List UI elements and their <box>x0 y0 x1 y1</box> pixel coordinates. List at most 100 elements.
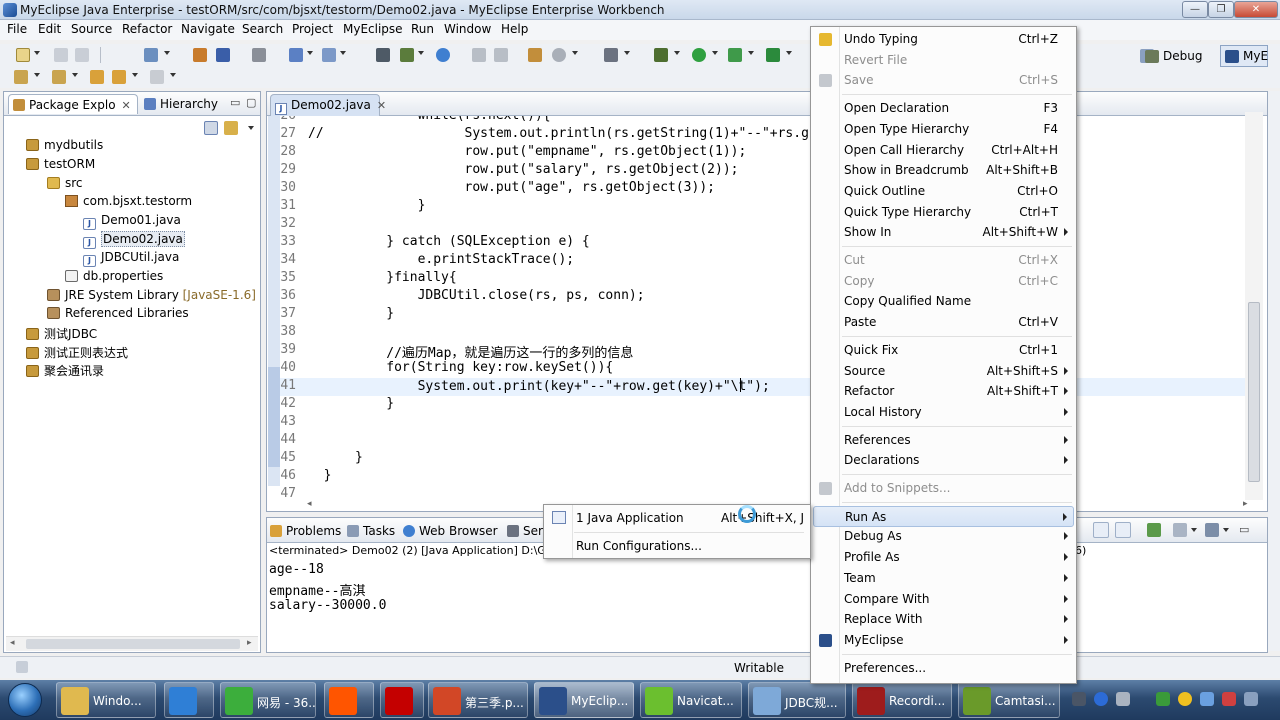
taskbar-button-recording[interactable]: Recordi... <box>852 682 952 718</box>
menu-refactor[interactable]: Refactor <box>122 22 172 36</box>
chevron-down-icon[interactable] <box>170 73 176 77</box>
console-output[interactable]: age--18 empname--高淇 salary--30000.0 <box>269 562 386 616</box>
menu-item-myeclipse[interactable]: MyEclipse <box>813 630 1074 651</box>
chevron-down-icon[interactable] <box>340 51 346 55</box>
maximize-view-icon[interactable]: ▢ <box>246 96 256 109</box>
forward-arrow-icon[interactable] <box>150 70 164 84</box>
wizard2-icon[interactable] <box>322 48 336 62</box>
snippet-icon[interactable] <box>528 48 542 62</box>
code-area[interactable]: 26 while(rs.next()){27 // System.out.prin… <box>280 116 1260 502</box>
chevron-down-icon[interactable] <box>34 73 40 77</box>
maximize-button[interactable]: ❐ <box>1208 1 1234 18</box>
chevron-down-icon[interactable] <box>624 51 630 55</box>
taskbar-button-browser-360[interactable]: 网易 - 36... <box>220 682 316 718</box>
menu-search[interactable]: Search <box>242 22 283 36</box>
menu-item-compare-with[interactable]: Compare With <box>813 589 1074 610</box>
menu-help[interactable]: Help <box>501 22 528 36</box>
taskbar-button-internet-explorer[interactable] <box>164 682 214 718</box>
tray-network-icon[interactable] <box>1072 692 1086 706</box>
menu-item-declarations[interactable]: Declarations <box>813 450 1074 471</box>
minimize-view-icon[interactable]: ▭ <box>1239 523 1249 536</box>
menu-item-paste[interactable]: Paste Ctrl+V <box>813 312 1074 333</box>
tree-item-jre-library[interactable]: JRE System Library [JavaSE-1.6] <box>47 288 256 306</box>
editor-vscrollbar[interactable] <box>1245 112 1263 500</box>
server-icon[interactable] <box>252 48 266 62</box>
globe-icon[interactable] <box>436 48 450 62</box>
taskbar-button-navicat[interactable]: Navicat... <box>640 682 742 718</box>
package-icon[interactable] <box>193 48 207 62</box>
minimize-view-icon[interactable]: ▭ <box>230 96 240 109</box>
menu-item-run-as[interactable]: Run As <box>813 505 1074 527</box>
chevron-down-icon[interactable] <box>572 51 578 55</box>
scroll-right-icon[interactable]: ▸ <box>1243 499 1248 509</box>
tray-shield-icon[interactable] <box>1156 692 1170 706</box>
chevron-down-icon[interactable] <box>34 51 40 55</box>
remove-launch-icon[interactable] <box>1093 522 1109 538</box>
chevron-down-icon[interactable] <box>132 73 138 77</box>
tree-item-testorm[interactable]: testORM <box>26 157 95 175</box>
chevron-down-icon[interactable] <box>748 51 754 55</box>
scrollbar-thumb[interactable] <box>26 639 240 649</box>
minimize-button[interactable]: — <box>1182 1 1208 18</box>
menu-item-open-declaration[interactable]: Open Declaration F3 <box>813 98 1074 119</box>
menu-item-undo-typing[interactable]: Undo Typing Ctrl+Z <box>813 29 1074 50</box>
close-button[interactable]: ✕ <box>1234 1 1278 18</box>
prev-annotation-icon[interactable] <box>52 70 66 84</box>
scroll-left-icon[interactable]: ◂ <box>307 499 312 509</box>
taskbar-button-taobao[interactable] <box>324 682 374 718</box>
menu-item-replace-with[interactable]: Replace With <box>813 609 1074 630</box>
menu-item-quick-outline[interactable]: Quick Outline Ctrl+O <box>813 181 1074 202</box>
menu-item-show-in[interactable]: Show In Alt+Shift+W <box>813 222 1074 243</box>
menu-item-references[interactable]: References <box>813 430 1074 451</box>
chevron-down-icon[interactable] <box>164 51 170 55</box>
code-line[interactable]: 41 System.out.print(key+"--"+row.get(key… <box>280 378 1260 396</box>
menu-edit[interactable]: Edit <box>38 22 61 36</box>
tray-plus-icon[interactable] <box>1178 692 1192 706</box>
menu-item-debug-as[interactable]: Debug As <box>813 526 1074 547</box>
menu-item-profile-as[interactable]: Profile As <box>813 547 1074 568</box>
next-annotation-icon[interactable] <box>14 70 28 84</box>
menu-navigate[interactable]: Navigate <box>181 22 235 36</box>
close-icon[interactable]: ✕ <box>122 99 131 112</box>
chevron-down-icon[interactable] <box>674 51 680 55</box>
package-explorer-hscrollbar[interactable]: ◂ ▸ <box>6 636 258 651</box>
fast-view-icon[interactable] <box>16 661 28 673</box>
menu-item-show-in-breadcrumb[interactable]: Show in Breadcrumb Alt+Shift+B <box>813 160 1074 181</box>
forward-icon[interactable] <box>494 48 508 62</box>
back-icon[interactable] <box>472 48 486 62</box>
taskbar-button-tmall[interactable] <box>380 682 424 718</box>
external-tools-icon[interactable] <box>766 48 780 62</box>
deploy-icon[interactable] <box>216 48 230 62</box>
menu-item-open-call-hierarchy[interactable]: Open Call Hierarchy Ctrl+Alt+H <box>813 140 1074 161</box>
chevron-down-icon[interactable] <box>307 51 313 55</box>
debug-bug-icon[interactable] <box>654 48 668 62</box>
view-menu-icon[interactable] <box>248 126 254 130</box>
perspective-myeclipse[interactable]: MyE <box>1220 45 1268 67</box>
menu-file[interactable]: File <box>7 22 27 36</box>
scroll-left-icon[interactable]: ◂ <box>10 638 15 648</box>
tree-item-test-jdbc[interactable]: 测试JDBC <box>26 325 97 343</box>
menu-item-source[interactable]: Source Alt+Shift+S <box>813 361 1074 382</box>
chevron-down-icon[interactable] <box>72 73 78 77</box>
chevron-down-icon[interactable] <box>712 51 718 55</box>
remove-all-launches-icon[interactable] <box>1115 522 1131 538</box>
perspective-debug[interactable]: Debug <box>1140 45 1218 67</box>
menu-item-quick-type-hierarchy[interactable]: Quick Type Hierarchy Ctrl+T <box>813 202 1074 223</box>
scrollbar-thumb[interactable] <box>1248 302 1260 482</box>
tree-item-mydbutils[interactable]: mydbutils <box>26 138 103 156</box>
chevron-down-icon[interactable] <box>418 51 424 55</box>
display-console-icon[interactable] <box>1173 523 1187 537</box>
tree-item-demo02[interactable]: J Demo02.java <box>83 231 185 250</box>
close-icon[interactable]: ✕ <box>377 99 386 112</box>
collapse-all-icon[interactable] <box>204 121 218 135</box>
open-console-icon[interactable] <box>1205 523 1219 537</box>
back-arrow-icon[interactable] <box>112 70 126 84</box>
tree-item-test-regex[interactable]: 测试正则表达式 <box>26 344 128 362</box>
taskbar-button-myeclipse[interactable]: MyEclip... <box>534 682 634 718</box>
open-type-icon[interactable] <box>376 48 390 62</box>
tray-help-icon[interactable] <box>1094 692 1108 706</box>
scroll-right-icon[interactable]: ▸ <box>247 638 252 648</box>
save-icon[interactable] <box>54 48 68 62</box>
link-with-editor-icon[interactable] <box>224 121 238 135</box>
menu-project[interactable]: Project <box>292 22 333 36</box>
